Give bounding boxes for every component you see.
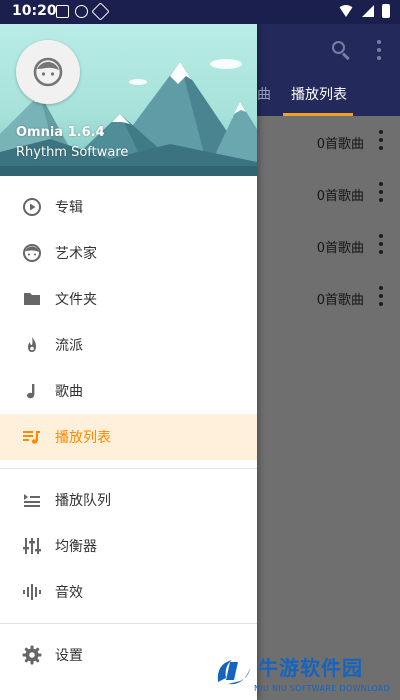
tab-playlists[interactable]: 播放列表 (291, 84, 347, 104)
row-more-icon[interactable] (378, 130, 384, 150)
notification-tag-icon (91, 2, 110, 21)
drawer-header: Omnia 1.6.4 Rhythm Software (0, 24, 257, 176)
search-icon[interactable] (330, 39, 352, 61)
battery-icon (382, 4, 390, 18)
signal-icon (362, 5, 374, 17)
menu-item-label: 专辑 (55, 200, 83, 216)
row-more-icon[interactable] (378, 234, 384, 254)
menu-item-label: 流派 (55, 338, 83, 354)
sound-wave-icon (22, 582, 42, 602)
menu-item-genres[interactable]: 流派 (0, 322, 257, 368)
playlist-song-count: 0首歌曲 (316, 137, 364, 152)
status-time: 10:20 (12, 3, 57, 19)
drawer-menu: 专辑 艺术家 文件夹 流派 歌曲 播放列表 播放队列 均衡器 音效 设置 (0, 176, 257, 678)
folder-icon (22, 289, 42, 309)
menu-item-label: 设置 (55, 648, 83, 664)
menu-item-folders[interactable]: 文件夹 (0, 276, 257, 322)
flame-icon (22, 335, 42, 355)
row-more-icon[interactable] (378, 286, 384, 306)
notification-icons (56, 2, 110, 21)
playlist-song-count: 0首歌曲 (316, 241, 364, 256)
menu-item-playlists[interactable]: 播放列表 (0, 414, 257, 460)
menu-item-label: 播放列表 (55, 430, 111, 446)
watermark-title: 牛游软件园 (258, 656, 363, 680)
avatar[interactable] (16, 40, 80, 104)
menu-item-equalizer[interactable]: 均衡器 (0, 523, 257, 569)
menu-item-label: 文件夹 (55, 292, 97, 308)
system-icons (338, 4, 390, 18)
menu-item-label: 音效 (55, 585, 83, 601)
face-icon (22, 243, 42, 263)
menu-item-sound-effects[interactable]: 音效 (0, 569, 257, 615)
status-bar: 10:20 (0, 0, 400, 24)
playlist-song-count: 0首歌曲 (316, 293, 364, 308)
menu-item-albums[interactable]: 专辑 (0, 184, 257, 230)
row-more-icon[interactable] (378, 182, 384, 202)
menu-item-songs[interactable]: 歌曲 (0, 368, 257, 414)
music-note-icon (22, 381, 42, 401)
notification-power-icon (75, 5, 88, 18)
tab-songs[interactable]: 曲 (257, 84, 271, 104)
menu-item-label: 艺术家 (55, 246, 97, 262)
wifi-icon (338, 5, 354, 17)
overflow-menu-icon[interactable] (376, 40, 382, 60)
menu-item-label: 均衡器 (55, 539, 97, 555)
playlist-icon (22, 427, 42, 447)
navigation-drawer: Omnia 1.6.4 Rhythm Software 专辑 艺术家 文件夹 流… (0, 24, 257, 700)
divider (0, 623, 257, 624)
watermark-logo-icon (217, 660, 250, 685)
watermark-subtitle: NIU NIU SOFTWARE DOWNLOAD (254, 684, 391, 693)
divider (0, 468, 257, 469)
menu-item-play-queue[interactable]: 播放队列 (0, 477, 257, 523)
playlist-song-count: 0首歌曲 (316, 189, 364, 204)
play-circle-icon (22, 197, 42, 217)
app-name: Omnia 1.6.4 (16, 125, 105, 140)
notification-a-icon (56, 5, 69, 18)
watermark: 牛游软件园 NIU NIU SOFTWARE DOWNLOAD (214, 650, 400, 700)
menu-item-label: 播放队列 (55, 493, 111, 509)
face-avatar-icon (33, 57, 63, 87)
gear-icon (22, 645, 42, 665)
menu-item-artists[interactable]: 艺术家 (0, 230, 257, 276)
menu-item-label: 歌曲 (55, 384, 83, 400)
app-developer: Rhythm Software (16, 145, 129, 160)
queue-icon (22, 490, 42, 510)
equalizer-icon (22, 536, 42, 556)
